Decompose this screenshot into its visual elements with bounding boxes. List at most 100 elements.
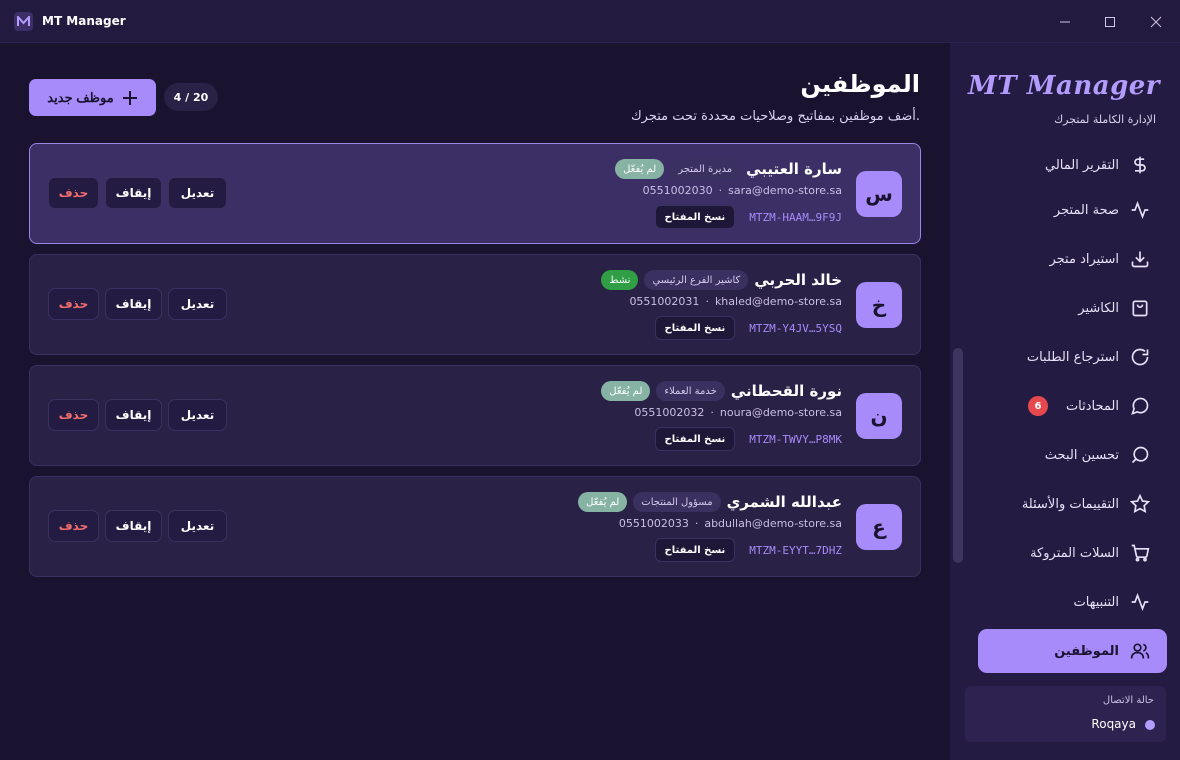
window-title: MT Manager	[42, 14, 126, 28]
avatar: خ	[856, 282, 902, 328]
employee-name: سارة العتيبي	[746, 160, 842, 178]
connection-dot	[1145, 720, 1155, 730]
key-row: نسخ المفتاح MTZM-HAAM…9F9J	[654, 205, 842, 229]
name-row: لم يُفعّل مسؤول المنتجات عبدالله الشمري	[578, 492, 842, 512]
delete-button[interactable]: حذف	[48, 177, 99, 209]
role-badge: خدمة العملاء	[656, 381, 725, 401]
sidebar-item-label: صحة المتجر	[1053, 202, 1119, 218]
sidebar-item-label: استيراد متجر	[1049, 251, 1119, 267]
title-bar: MT Manager	[0, 0, 1180, 43]
sidebar-item-abandoned-carts[interactable]: السلات المتروكة	[978, 531, 1167, 575]
name-row: لم يُفعّل خدمة العملاء نورة القحطاني	[601, 381, 842, 401]
separator-dot: ·	[718, 184, 723, 197]
brand-subtitle: الإدارة الكاملة لمتجرك	[1054, 113, 1156, 126]
suspend-button[interactable]: إيقاف	[105, 288, 162, 320]
separator-dot: ·	[705, 295, 709, 308]
plus-icon	[122, 90, 137, 105]
sidebar-item-cashier[interactable]: الكاشير	[978, 286, 1167, 330]
edit-button[interactable]: تعديل	[168, 399, 227, 431]
delete-button[interactable]: حذف	[48, 288, 99, 320]
sidebar-item-alerts[interactable]: التنبيهات	[978, 580, 1167, 624]
employee-email: sara@demo-store.sa	[728, 184, 842, 197]
maximize-button[interactable]	[1096, 8, 1124, 36]
employee-name: نورة القحطاني	[730, 382, 842, 400]
sidebar-item-employees[interactable]: الموظفين	[978, 629, 1167, 673]
sidebar-item-label: تحسين البحث	[1044, 447, 1119, 463]
employee-card[interactable]: س لم يُفعّل مديرة المتجر سارة العتيبي 05…	[29, 143, 921, 244]
star-icon	[1129, 493, 1151, 515]
employee-email: noura@demo-store.sa	[719, 406, 842, 419]
copy-key-button[interactable]: نسخ المفتاح	[654, 538, 736, 562]
key-row: نسخ المفتاح MTZM-EYYT…7DHZ	[654, 538, 842, 562]
bag-icon	[1129, 297, 1151, 319]
employee-card[interactable]: ع لم يُفعّل مسؤول المنتجات عبدالله الشمر…	[29, 476, 921, 577]
sidebar-item-label: المحادثات	[1065, 398, 1119, 414]
separator-dot: ·	[694, 517, 699, 530]
delete-button[interactable]: حذف	[48, 399, 99, 431]
employee-phone: 0551002033	[618, 517, 689, 530]
copy-key-button[interactable]: نسخ المفتاح	[654, 205, 736, 229]
status-badge: لم يُفعّل	[615, 159, 665, 179]
edit-button[interactable]: تعديل	[168, 510, 227, 542]
sidebar-item-store-health[interactable]: صحة المتجر	[978, 188, 1167, 232]
employee-name: خالد الحربي	[754, 271, 842, 289]
sidebar-item-import-store[interactable]: استيراد متجر	[978, 237, 1167, 281]
minimize-icon	[1060, 21, 1070, 23]
suspend-button[interactable]: إيقاف	[105, 177, 162, 209]
sidebar-item-reviews[interactable]: التقييمات والأسئلة	[978, 482, 1167, 526]
sidebar: MT Manager الإدارة الكاملة لمتجرك التقري…	[950, 43, 1180, 760]
copy-key-button[interactable]: نسخ المفتاح	[654, 427, 736, 451]
sidebar-item-financial-report[interactable]: التقرير المالي	[978, 143, 1167, 187]
close-button[interactable]	[1142, 8, 1170, 36]
employee-name: عبدالله الشمري	[726, 493, 842, 511]
app-logo	[14, 12, 33, 31]
access-key: MTZM-HAAM…9F9J	[749, 210, 842, 224]
sidebar-item-label: الكاشير	[1078, 300, 1119, 316]
scrollbar-thumb[interactable]	[953, 348, 963, 563]
delete-button[interactable]: حذف	[48, 510, 99, 542]
employee-card[interactable]: ن لم يُفعّل خدمة العملاء نورة القحطاني 0…	[29, 365, 921, 466]
page-subtitle: أضف موظفين بمفاتيح وصلاحيات محددة تحت مت…	[630, 109, 920, 124]
edit-button[interactable]: تعديل	[168, 177, 227, 209]
sidebar-item-label: السلات المتروكة	[1030, 545, 1119, 561]
sidebar-item-conversations[interactable]: 6 المحادثات	[978, 384, 1167, 428]
suspend-button[interactable]: إيقاف	[105, 399, 162, 431]
add-employee-label: موظف جديد	[47, 89, 114, 105]
cart-icon	[1129, 542, 1151, 564]
contact-row: 0551002033 · abdullah@demo-store.sa	[619, 517, 842, 530]
name-row: نشط كاشير الفرع الرئيسي خالد الحربي	[601, 270, 842, 290]
sidebar-item-search-optimization[interactable]: تحسين البحث	[978, 433, 1167, 477]
employee-card[interactable]: خ نشط كاشير الفرع الرئيسي خالد الحربي 05…	[29, 254, 921, 355]
minimize-button[interactable]	[1051, 8, 1079, 36]
sidebar-item-label: التنبيهات	[1073, 594, 1119, 610]
sidebar-item-label: الموظفين	[1054, 643, 1119, 659]
pulse-icon	[1129, 199, 1151, 221]
suspend-button[interactable]: إيقاف	[105, 510, 162, 542]
dollar-icon	[1129, 154, 1151, 176]
separator-dot: ·	[710, 406, 714, 419]
role-badge: مديرة المتجر	[670, 159, 741, 179]
status-badge: نشط	[601, 270, 639, 290]
page-title: الموظفين	[800, 70, 920, 98]
sidebar-item-label: استرجاع الطلبات	[1026, 349, 1119, 365]
key-row: نسخ المفتاح MTZM-Y4JV…5YSQ	[654, 316, 842, 340]
copy-key-button[interactable]: نسخ المفتاح	[654, 316, 736, 340]
download-icon	[1129, 248, 1151, 270]
avatar: س	[856, 171, 902, 217]
status-badge: لم يُفعّل	[601, 381, 651, 401]
employee-email: abdullah@demo-store.sa	[704, 517, 842, 530]
refresh-icon	[1129, 346, 1151, 368]
edit-button[interactable]: تعديل	[168, 288, 227, 320]
search-icon	[1129, 444, 1151, 466]
close-icon	[1150, 16, 1162, 28]
contact-row: 0551002030 · sara@demo-store.sa	[643, 184, 842, 197]
add-employee-button[interactable]: موظف جديد	[29, 79, 156, 116]
employee-phone: 0551002031	[629, 295, 700, 308]
access-key: MTZM-EYYT…7DHZ	[749, 543, 842, 557]
employee-count: 4 / 20	[164, 83, 218, 111]
contact-row: 0551002031 · khaled@demo-store.sa	[629, 295, 842, 308]
sidebar-item-order-returns[interactable]: استرجاع الطلبات	[978, 335, 1167, 379]
chat-icon	[1129, 395, 1151, 417]
users-icon	[1129, 640, 1151, 662]
connection-label: حالة الاتصال	[1102, 695, 1154, 706]
